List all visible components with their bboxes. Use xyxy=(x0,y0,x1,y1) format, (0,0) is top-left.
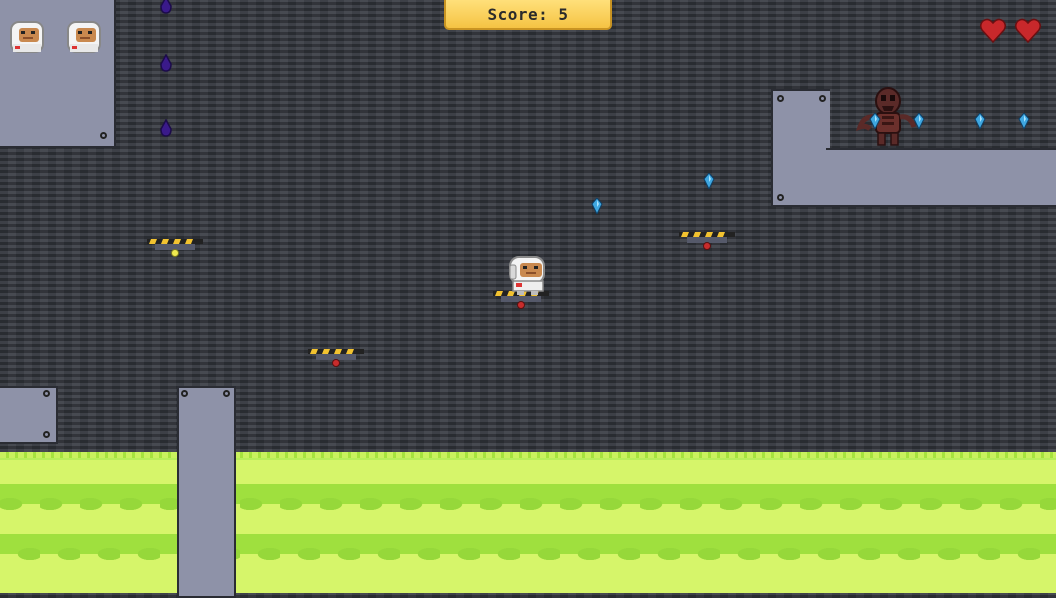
astronaut-player-icon xyxy=(509,256,545,295)
hover-platform-icon xyxy=(147,239,203,257)
bolt-icon xyxy=(819,95,826,102)
bolt-icon xyxy=(43,431,50,438)
blue-crystal-icon xyxy=(869,113,881,129)
alien-monster-icon xyxy=(856,87,916,146)
wall-panel-top-right-pillar xyxy=(771,89,830,207)
purple-drip-icon xyxy=(160,0,172,14)
score-banner: Score: 5 xyxy=(444,0,612,30)
bolt-icon xyxy=(777,95,784,102)
purple-drip-icon xyxy=(160,54,172,72)
bolt-icon xyxy=(777,194,784,201)
bolt-icon xyxy=(43,390,50,397)
wall-panel-left xyxy=(0,386,58,444)
hover-platform-icon xyxy=(679,232,735,250)
life-astronaut-icon xyxy=(67,21,101,53)
blue-crystal-icon xyxy=(1018,113,1030,129)
purple-drip-icon xyxy=(160,119,172,137)
heart-icon xyxy=(979,18,1007,44)
life-astronaut-icon xyxy=(10,21,44,53)
acid-pool xyxy=(0,454,1056,593)
hover-platform-icon xyxy=(308,349,364,367)
heart-icon xyxy=(1014,18,1042,44)
wall-panel-top-right-ledge xyxy=(826,148,1056,207)
bolt-icon xyxy=(100,132,107,139)
blue-crystal-icon xyxy=(591,198,603,214)
wall-pillar-bottom xyxy=(177,386,236,598)
acid-surface xyxy=(0,452,1056,458)
blue-crystal-icon xyxy=(703,173,715,189)
bolt-icon xyxy=(181,390,188,397)
bolt-icon xyxy=(223,390,230,397)
blue-crystal-icon xyxy=(913,113,925,129)
blue-crystal-icon xyxy=(974,113,986,129)
